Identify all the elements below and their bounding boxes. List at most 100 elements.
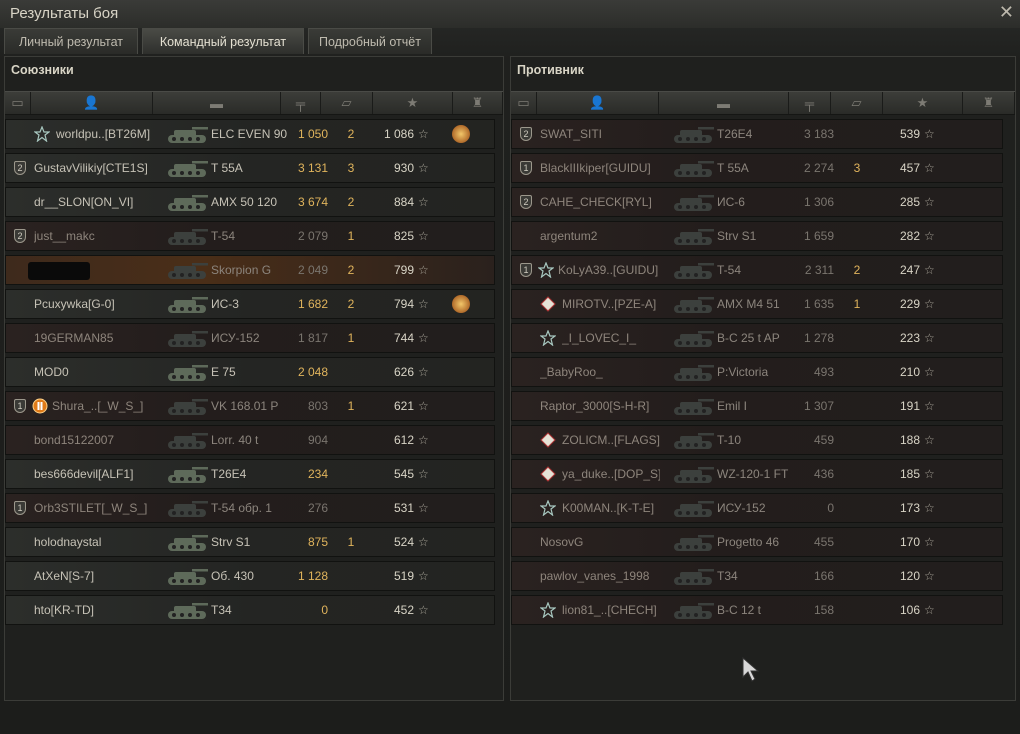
- xp-value: 210: [899, 365, 920, 379]
- vehicle-name: T 55A: [717, 161, 749, 175]
- damage-value: 1 635: [803, 297, 834, 311]
- xp-column-icon[interactable]: ★: [373, 92, 453, 114]
- achievement-icon[interactable]: [452, 295, 470, 313]
- allies-row[interactable]: Pcuxywka[G-0] ИС-3 1 682 2 794 ☆: [5, 289, 495, 319]
- player-name: NosovG: [540, 535, 584, 549]
- achievement-column-icon[interactable]: ♜: [453, 92, 503, 114]
- enemies-row[interactable]: Raptor_3000[S-H-R] Emil I 1 307 191 ☆: [511, 391, 1003, 421]
- tab-team[interactable]: Командный результат: [142, 28, 304, 54]
- allies-row[interactable]: bes666devil[ALF1] T26E4 234 545 ☆: [5, 459, 495, 489]
- xp-star-icon: ☆: [418, 331, 429, 345]
- player-column-icon[interactable]: 👤: [31, 92, 153, 114]
- close-icon[interactable]: ✕: [999, 2, 1014, 23]
- enemies-row[interactable]: 2 CAHE_CHECK[RYL] ИС-6 1 306 285 ☆: [511, 187, 1003, 217]
- squad-icon: 2: [14, 229, 26, 243]
- enemies-row[interactable]: _BabyRoo_ P:Victoria 493 210 ☆: [511, 357, 1003, 387]
- frags-column-icon[interactable]: ▱: [321, 92, 373, 114]
- vehicle-name: Skorpion G: [211, 263, 272, 277]
- vehicle-column-icon[interactable]: ▬: [153, 92, 281, 114]
- enemies-row[interactable]: MIROTV..[PZE-A] AMX M4 51 1 635 1 229 ☆: [511, 289, 1003, 319]
- enemies-row[interactable]: lion81_..[CHECH] B-C 12 t 158 106 ☆: [511, 595, 1003, 625]
- frags-value: 1: [347, 535, 355, 549]
- vehicle-column-icon[interactable]: ▬: [659, 92, 789, 114]
- player-name: just__makc: [34, 229, 95, 243]
- xp-star-icon: ☆: [418, 399, 429, 413]
- frags-value: [834, 358, 880, 386]
- enemies-row[interactable]: ZOLICM..[FLAGS] T-10 459 188 ☆: [511, 425, 1003, 455]
- tab-detailed[interactable]: Подробный отчёт: [308, 28, 432, 54]
- xp-star-icon: ☆: [924, 535, 935, 549]
- xp-star-icon: ☆: [924, 399, 935, 413]
- vehicle-name: T-54 обр. 1: [211, 501, 272, 515]
- enemies-row[interactable]: _I_LOVEC_I_ B-C 25 t AP 1 278 223 ☆: [511, 323, 1003, 353]
- xp-star-icon: ☆: [924, 467, 935, 481]
- allies-row[interactable]: Skorpion G 2 049 2 799 ☆: [5, 255, 495, 285]
- enemies-row[interactable]: argentum2 Strv S1 1 659 282 ☆: [511, 221, 1003, 251]
- title-bar: Результаты боя ✕: [0, 0, 1020, 28]
- player-name: bond15122007: [34, 433, 115, 447]
- squad-column-icon[interactable]: ▭: [511, 92, 537, 114]
- xp-star-icon: ☆: [418, 127, 429, 141]
- frags-value: [328, 596, 374, 624]
- player-name: Shura_..[_W_S_]: [52, 399, 144, 413]
- squad-icon: 1: [14, 399, 26, 413]
- allies-row[interactable]: 1 Orb3STILET[_W_S_] T-54 обр. 1 276 531 ☆: [5, 493, 495, 523]
- allies-row[interactable]: AtXeN[S-7] Об. 430 1 128 519 ☆: [5, 561, 495, 591]
- damage-column-icon[interactable]: ╤: [789, 92, 831, 114]
- allies-row[interactable]: 19GERMAN85 ИСУ-152 1 817 1 744 ☆: [5, 323, 495, 353]
- xp-star-icon: ☆: [924, 195, 935, 209]
- allies-row[interactable]: bond15122007 Lorr. 40 t 904 612 ☆: [5, 425, 495, 455]
- allies-row[interactable]: 2 GustavVilikiy[CTE1S] T 55A 3 131 3 930 ☆: [5, 153, 495, 183]
- frags-column-icon[interactable]: ▱: [831, 92, 883, 114]
- enemies-row[interactable]: 2 SWAT_SITI T26E4 3 183 539 ☆: [511, 119, 1003, 149]
- player-name: _I_LOVEC_I_: [562, 331, 637, 345]
- xp-value: 247: [899, 263, 920, 277]
- xp-value: 524: [393, 535, 414, 549]
- player-column-icon[interactable]: 👤: [537, 92, 659, 114]
- allies-row[interactable]: worldpu..[BT26M] ELC EVEN 90 1 050 2 1 086 ☆: [5, 119, 495, 149]
- player-name: CAHE_CHECK[RYL]: [540, 195, 652, 209]
- enemies-row[interactable]: 1 KoLyA39..[GUIDU] T-54 2 311 2 247 ☆: [511, 255, 1003, 285]
- enemies-panel: Противник ▭ 👤 ▬ ╤ ▱ ★ ♜ 2 SWAT_SITI T26E4 3 183 53…: [510, 56, 1016, 701]
- enemies-row[interactable]: pawlov_vanes_1998 T34 166 120 ☆: [511, 561, 1003, 591]
- xp-column-icon[interactable]: ★: [883, 92, 963, 114]
- enemies-row[interactable]: ya_duke..[DOP_S] WZ-120-1 FT 436 185 ☆: [511, 459, 1003, 489]
- tab-personal[interactable]: Личный результат: [4, 28, 138, 54]
- allies-row[interactable]: hto[KR-TD] T34 0 452 ☆: [5, 595, 495, 625]
- allies-row[interactable]: 1 Shura_..[_W_S_] VK 168.01 P 803 1 621 ☆: [5, 391, 495, 421]
- vehicle-name: AMX M4 51: [717, 297, 780, 311]
- mouse-cursor-icon: [742, 657, 760, 682]
- frags-value: [834, 188, 880, 216]
- vehicle-name: B-C 25 t AP: [717, 331, 780, 345]
- enemies-row[interactable]: 1 BlackIIIkiper[GUIDU] T 55A 2 274 3 457 ☆: [511, 153, 1003, 183]
- xp-value: 106: [899, 603, 920, 617]
- damage-value: 234: [307, 467, 328, 481]
- allies-row[interactable]: holodnaystal Strv S1 875 1 524 ☆: [5, 527, 495, 557]
- achievement-column-icon[interactable]: ♜: [963, 92, 1015, 114]
- damage-value: 1 817: [297, 331, 328, 345]
- damage-value: 3 674: [297, 195, 328, 209]
- xp-star-icon: ☆: [418, 229, 429, 243]
- frags-value: [834, 528, 880, 556]
- vehicle-name: T-10: [717, 433, 742, 447]
- player-name: lion81_..[CHECH]: [562, 603, 657, 617]
- allies-row[interactable]: 2 just__makc T-54 2 079 1 825 ☆: [5, 221, 495, 251]
- achievement-icon[interactable]: [452, 125, 470, 143]
- allies-row[interactable]: dr__SLON[ON_VI] AMX 50 120 3 674 2 884 ☆: [5, 187, 495, 217]
- player-name: pawlov_vanes_1998: [540, 569, 650, 583]
- vehicle-name: ИСУ-152: [717, 501, 766, 515]
- damage-column-icon[interactable]: ╤: [281, 92, 321, 114]
- xp-star-icon: ☆: [418, 365, 429, 379]
- xp-star-icon: ☆: [924, 603, 935, 617]
- vehicle-name: P:Victoria: [717, 365, 769, 379]
- xp-star-icon: ☆: [418, 297, 429, 311]
- player-name: bes666devil[ALF1]: [34, 467, 134, 481]
- squad-column-icon[interactable]: ▭: [5, 92, 31, 114]
- xp-star-icon: ☆: [418, 195, 429, 209]
- xp-star-icon: ☆: [924, 263, 935, 277]
- allies-row[interactable]: MOD0 E 75 2 048 626 ☆: [5, 357, 495, 387]
- xp-value: 626: [393, 365, 414, 379]
- enemies-row[interactable]: NosovG Progetto 46 455 170 ☆: [511, 527, 1003, 557]
- damage-value: 2 049: [297, 263, 328, 277]
- enemies-row[interactable]: K00MAN..[K-T-E] ИСУ-152 0 173 ☆: [511, 493, 1003, 523]
